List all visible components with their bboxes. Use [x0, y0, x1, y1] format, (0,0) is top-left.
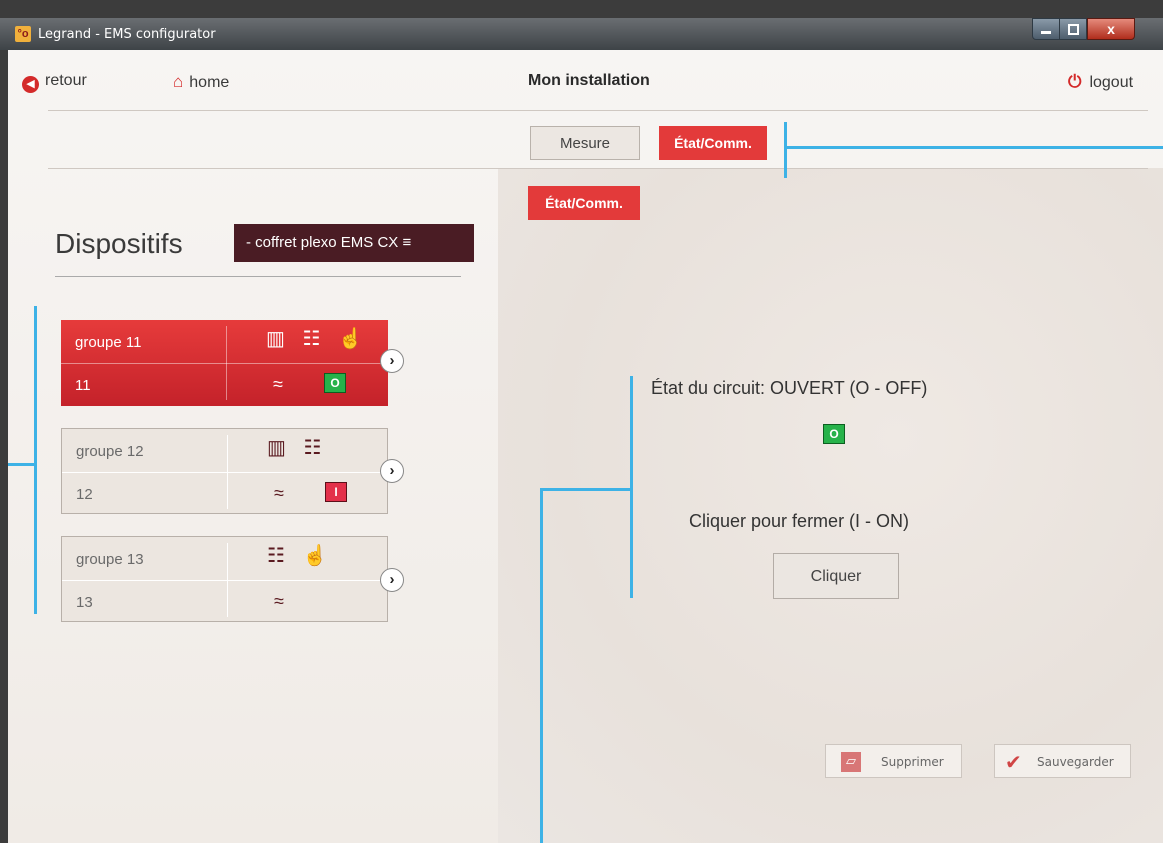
card-name: groupe 12 — [76, 443, 144, 460]
minimize-button[interactable] — [1032, 18, 1060, 40]
nav-divider — [48, 110, 1148, 111]
card-chevron-icon[interactable]: › — [380, 459, 404, 483]
card-divider — [62, 580, 387, 581]
tabs-divider — [48, 168, 1148, 169]
save-label: Sauvegarder — [1037, 755, 1114, 769]
minimize-icon — [1041, 31, 1051, 34]
checkmark-icon: ✔ — [1005, 750, 1022, 774]
maximize-button[interactable] — [1059, 18, 1087, 40]
feature-icons: ▥ ☷ ☝ — [266, 328, 369, 350]
tab-etat-comm[interactable]: État/Comm. — [659, 126, 767, 160]
subtab-etat-comm[interactable]: État/Comm. — [528, 186, 640, 220]
card-number: 12 — [76, 486, 93, 503]
device-card-groupe-13[interactable]: groupe 13 ☷ ☝ 13 ≈ — [61, 536, 388, 622]
card-number: 11 — [75, 377, 91, 394]
annotation-line — [784, 122, 787, 178]
card-name: groupe 11 — [75, 334, 142, 351]
wifi-icon: ≈ — [274, 591, 284, 611]
state-badge-on: I — [325, 482, 347, 502]
card-number: 13 — [76, 594, 93, 611]
close-icon: x — [1107, 21, 1115, 37]
state-badge-off: O — [324, 373, 346, 393]
app-icon: °o — [15, 26, 31, 42]
toggle-prompt: Cliquer pour fermer (I - ON) — [689, 511, 910, 531]
close-button[interactable]: x — [1087, 18, 1135, 40]
card-chevron-icon[interactable]: › — [380, 568, 404, 592]
save-button[interactable]: ✔ Sauvegarder — [994, 744, 1131, 778]
home-link[interactable]: ⌂ home — [173, 72, 229, 92]
card-chevron-icon[interactable]: › — [380, 349, 404, 373]
logout-link[interactable]: ⏻ logout — [1068, 72, 1133, 92]
logout-label: logout — [1089, 74, 1134, 91]
feature-icons: ▥ ☷ — [267, 437, 328, 459]
home-icon: ⌂ — [173, 72, 184, 91]
page-title: Mon installation — [528, 72, 650, 89]
retour-link[interactable]: ◀ retour — [22, 72, 87, 93]
annotation-line — [540, 488, 632, 491]
toggle-button[interactable]: Cliquer — [773, 553, 899, 599]
delete-button[interactable]: ▱ Supprimer — [825, 744, 962, 778]
annotation-line — [630, 376, 633, 598]
tab-mesure[interactable]: Mesure — [530, 126, 640, 160]
maximize-icon — [1068, 24, 1079, 35]
wifi-icon: ≈ — [274, 483, 284, 503]
delete-label: Supprimer — [881, 755, 944, 769]
device-card-groupe-11[interactable]: groupe 11 ▥ ☷ ☝ 11 ≈ O — [61, 320, 388, 406]
back-arrow-icon: ◀ — [22, 76, 39, 93]
heading-divider — [55, 276, 461, 277]
annotation-line — [784, 146, 1163, 149]
card-name: groupe 13 — [76, 551, 144, 568]
power-icon: ⏻ — [1068, 72, 1082, 91]
retour-label: retour — [45, 72, 87, 89]
card-divider — [62, 472, 387, 473]
home-label: home — [189, 74, 230, 91]
detail-panel — [498, 168, 1163, 843]
device-card-groupe-12[interactable]: groupe 12 ▥ ☷ 12 ≈ I — [61, 428, 388, 514]
coffret-selector[interactable]: - coffret plexo EMS CX ≡ — [234, 224, 474, 262]
app-content: ◀ retour ⌂ home Mon installation ⏻ logout M… — [8, 50, 1163, 843]
window-title: Legrand - EMS configurator — [38, 27, 216, 42]
annotation-line — [8, 463, 36, 466]
feature-icons: ☷ ☝ — [267, 545, 334, 567]
annotation-line — [34, 306, 37, 614]
annotation-line — [540, 488, 543, 843]
wifi-icon: ≈ — [273, 374, 283, 394]
window-titlebar: °o Legrand - EMS configurator x — [0, 18, 1163, 50]
card-divider — [61, 363, 388, 364]
circuit-state-text: État du circuit: OUVERT (O - OFF) — [651, 378, 928, 398]
dispositifs-heading: Dispositifs — [55, 228, 183, 259]
state-badge-off: O — [823, 424, 845, 444]
trash-icon: ▱ — [841, 752, 861, 772]
